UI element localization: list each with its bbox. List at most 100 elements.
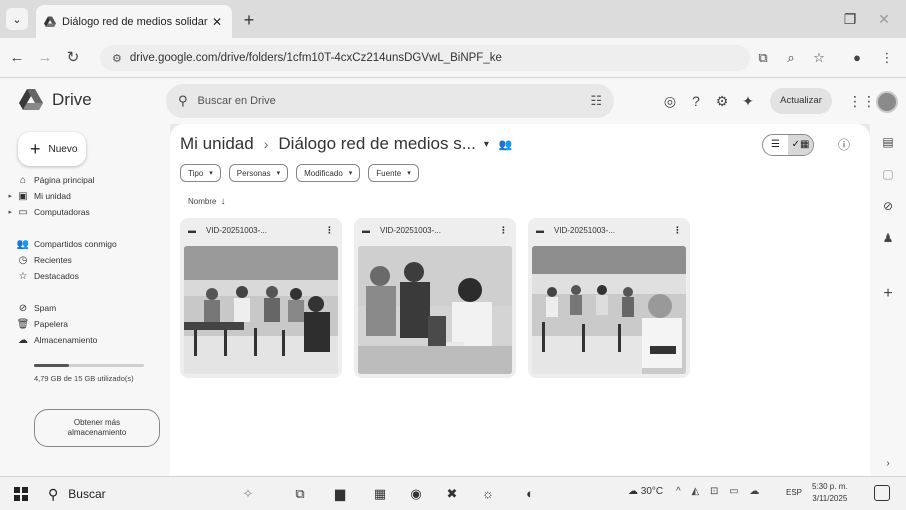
taskbar-search-label: Buscar bbox=[68, 487, 106, 501]
browser-menu-icon[interactable]: ⋮ bbox=[876, 47, 898, 69]
upgrade-button[interactable]: Actualizar bbox=[770, 88, 832, 114]
sidebar-item-shared[interactable]: 👥 Compartidos conmigo bbox=[0, 236, 170, 252]
sidebar-item-computers[interactable]: ▸ ▭ Computadoras bbox=[0, 204, 170, 220]
sidebar-item-my-drive[interactable]: ▸ ▣ Mi unidad bbox=[0, 188, 170, 204]
taskbar-search[interactable]: ⚲ Buscar bbox=[48, 482, 216, 506]
reload-button[interactable]: ↻ bbox=[62, 47, 84, 69]
tab-search-button[interactable]: ⌄ bbox=[6, 8, 28, 30]
tasks-icon[interactable]: ⊘ bbox=[878, 196, 898, 216]
storage-usage-text: 4,79 GB de 15 GB utilizado(s) bbox=[34, 374, 134, 383]
profile-icon[interactable]: ● bbox=[846, 47, 868, 69]
calendar-icon[interactable]: ▤ bbox=[878, 132, 898, 152]
expand-arrow-icon[interactable]: ▸ bbox=[0, 192, 12, 200]
sidebar-item-recent[interactable]: ◷ Recientes bbox=[0, 252, 170, 268]
filter-source-chip[interactable]: Fuente ▾ bbox=[368, 164, 419, 182]
widget-icon[interactable]: ✧ bbox=[238, 484, 258, 504]
sidebar-item-trash[interactable]: 🗑 Papelera bbox=[0, 316, 170, 332]
mail-icon[interactable]: ▦ bbox=[370, 484, 390, 504]
file-card[interactable]: ▬ VID-20251003-... ⋮ bbox=[180, 218, 342, 378]
expand-arrow-icon[interactable]: ▸ bbox=[0, 208, 12, 216]
more-actions-icon[interactable]: ⋮ bbox=[325, 225, 334, 236]
weather-widget[interactable]: ☁ 30°C bbox=[628, 486, 663, 497]
file-card-header: ▬ VID-20251003-... ⋮ bbox=[528, 218, 690, 242]
back-button[interactable]: ← bbox=[6, 47, 28, 69]
spam-icon: ⊘ bbox=[18, 302, 28, 314]
sidebar-item-label: Computadoras bbox=[34, 207, 90, 217]
sidebar-item-home[interactable]: ⌂ Página principal bbox=[0, 172, 170, 188]
taskbar-clock[interactable]: 5:30 p. m. 3/11/2025 bbox=[812, 481, 848, 505]
windows-start-icon[interactable] bbox=[14, 487, 28, 501]
notifications-icon[interactable] bbox=[874, 485, 890, 501]
search-input[interactable]: ⚲ Buscar en Drive ☷ bbox=[166, 84, 614, 118]
address-bar[interactable]: ⚙ drive.google.com/drive/folders/1cfm10T… bbox=[100, 45, 750, 71]
get-more-storage-button[interactable]: Obtener más almacenamiento bbox=[34, 409, 160, 447]
shared-folder-icon: 👥 bbox=[498, 138, 513, 151]
chevron-down-icon: ▾ bbox=[276, 170, 281, 177]
breadcrumb-my-drive[interactable]: Mi unidad bbox=[180, 134, 254, 154]
grid-view-icon[interactable]: ✓▦ bbox=[788, 135, 813, 155]
side-panel-rail: ▤ ▢ ⊘ ♟ + › bbox=[870, 124, 906, 476]
details-info-icon[interactable]: ⓘ bbox=[838, 136, 850, 153]
folder-menu-caret-icon[interactable]: ▾ bbox=[484, 139, 489, 150]
settings-gear-icon[interactable]: ⚙ bbox=[712, 91, 732, 111]
chevron-down-icon: ▾ bbox=[209, 170, 213, 177]
search-icon: ⚲ bbox=[178, 93, 188, 108]
zoom-icon[interactable]: ⌕ bbox=[780, 47, 802, 69]
bookmark-star-icon[interactable]: ☆ bbox=[808, 47, 830, 69]
search-options-icon[interactable]: ☷ bbox=[590, 93, 602, 109]
file-explorer-icon[interactable]: ▆ bbox=[330, 484, 350, 504]
help-icon[interactable]: ? bbox=[686, 91, 706, 111]
video-thumbnail[interactable] bbox=[358, 246, 512, 374]
sort-by-name-button[interactable]: Nombre ↓ bbox=[188, 196, 225, 207]
cast-icon[interactable]: ⧉ bbox=[752, 47, 774, 69]
file-card-header: ▬ VID-20251003-... ⋮ bbox=[180, 218, 342, 242]
storage-usage-fill bbox=[34, 364, 70, 367]
close-window-button[interactable]: ✕ bbox=[872, 8, 896, 30]
filter-modified-chip[interactable]: Modificado ▾ bbox=[296, 164, 361, 182]
chrome-icon[interactable]: ◐ bbox=[520, 484, 540, 504]
app-icon[interactable]: ☼ bbox=[478, 484, 498, 504]
file-card[interactable]: ▬ VID-20251003-... ⋮ bbox=[528, 218, 690, 378]
sidebar-item-starred[interactable]: ☆ Destacados bbox=[0, 268, 170, 284]
filter-type-chip[interactable]: Tipo ▾ bbox=[180, 164, 221, 182]
chevron-right-icon: › bbox=[263, 136, 269, 152]
video-thumbnail[interactable] bbox=[532, 246, 686, 374]
filter-people-chip[interactable]: Personas ▾ bbox=[228, 164, 289, 182]
sidebar-item-label: Papelera bbox=[34, 319, 69, 329]
task-view-icon[interactable]: ⧉ bbox=[290, 484, 310, 504]
add-addon-icon[interactable]: + bbox=[878, 284, 898, 304]
trash-icon: 🗑 bbox=[16, 318, 30, 330]
new-button[interactable]: + Nuevo bbox=[18, 132, 86, 166]
windows-taskbar: ⚲ Buscar ✧ ⧉ ▆ ▦ ◉ ✖ ☼ ◐ ☁ 30°C ^ ◭ ⊡ ▭ … bbox=[0, 476, 906, 510]
list-view-icon[interactable]: ☰ bbox=[763, 135, 788, 155]
edge-icon[interactable]: ◉ bbox=[406, 484, 426, 504]
sidebar-item-spam[interactable]: ⊘ Spam bbox=[0, 300, 170, 316]
close-tab-icon[interactable]: ✕ bbox=[210, 15, 224, 29]
more-actions-icon[interactable]: ⋮ bbox=[673, 225, 682, 236]
new-tab-button[interactable]: + bbox=[238, 9, 260, 31]
drive-logo[interactable]: Drive bbox=[18, 89, 92, 111]
storage-usage-bar bbox=[34, 364, 144, 367]
file-name: VID-20251003-... bbox=[554, 225, 615, 235]
forward-button[interactable]: → bbox=[34, 47, 56, 69]
screen: ⌄ Diálogo red de medios solidar ✕ + ❐ ✕ … bbox=[0, 0, 906, 510]
contacts-icon[interactable]: ♟ bbox=[878, 228, 898, 248]
browser-tab[interactable]: Diálogo red de medios solidar ✕ bbox=[36, 5, 232, 38]
apps-grid-icon[interactable]: ⋮⋮ bbox=[848, 91, 876, 111]
x-app-icon[interactable]: ✖ bbox=[442, 484, 462, 504]
keep-icon[interactable]: ▢ bbox=[878, 164, 898, 184]
account-avatar[interactable] bbox=[876, 91, 898, 113]
site-settings-icon[interactable]: ⚙ bbox=[112, 52, 122, 65]
breadcrumb-current-folder[interactable]: Diálogo red de medios s... bbox=[278, 134, 476, 154]
input-language[interactable]: ESP bbox=[786, 488, 802, 497]
chevron-right-icon[interactable]: › bbox=[878, 454, 898, 474]
more-actions-icon[interactable]: ⋮ bbox=[499, 225, 508, 236]
sidebar-item-storage[interactable]: ☁ Almacenamiento bbox=[0, 332, 170, 348]
offline-status-icon[interactable]: ◎ bbox=[660, 91, 680, 111]
system-tray-icons[interactable]: ^ ◭ ⊡ ▭ ☁ bbox=[676, 486, 763, 497]
video-thumbnail[interactable] bbox=[184, 246, 338, 374]
restore-window-button[interactable]: ❐ bbox=[838, 8, 862, 30]
file-card[interactable]: ▬ VID-20251003-... ⋮ bbox=[354, 218, 516, 378]
main-panel: Mi unidad › Diálogo red de medios s... ▾… bbox=[170, 124, 870, 476]
gemini-sparkle-icon[interactable]: ✦ bbox=[738, 91, 758, 111]
